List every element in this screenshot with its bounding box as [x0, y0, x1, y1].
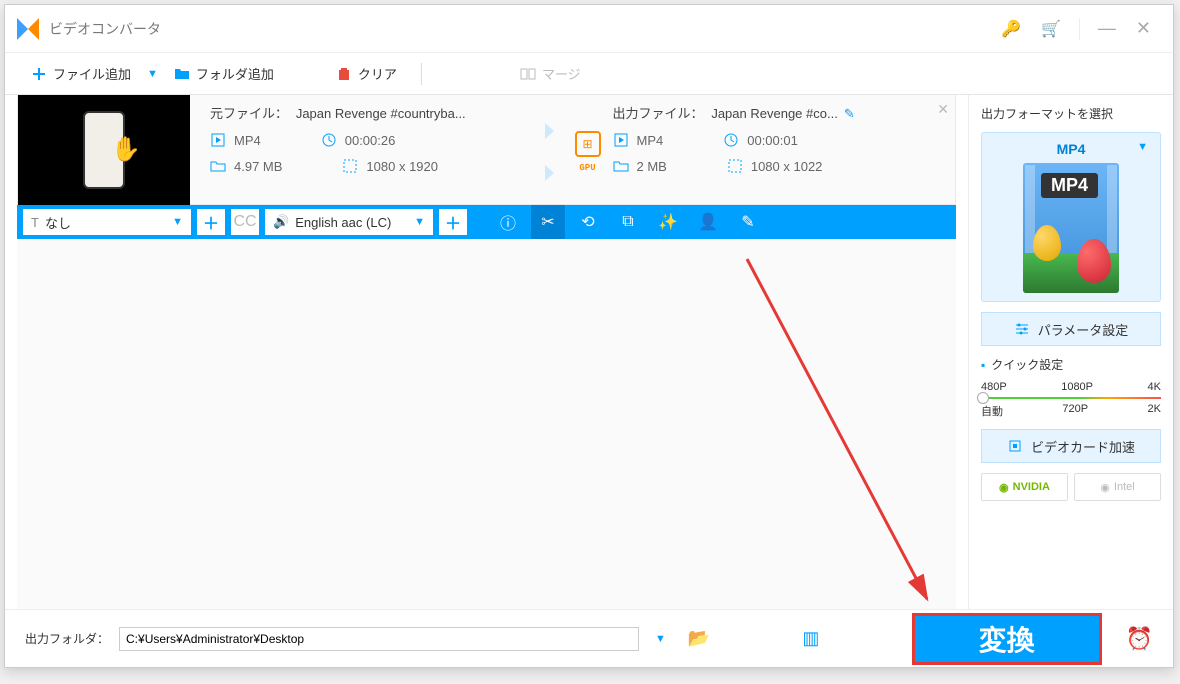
- output-folder-label: 出力フォルダ：: [25, 630, 109, 647]
- source-resolution: 1080 x 1920: [342, 158, 438, 174]
- output-duration: 00:00:01: [723, 132, 798, 148]
- clock-icon: [321, 132, 337, 148]
- annotation-arrow: [737, 249, 947, 609]
- format-panel-title: 出力フォーマットを選択: [981, 105, 1161, 122]
- main-toolbar: ファイル追加 ▼ フォルダ追加 クリア マージ: [5, 53, 1173, 95]
- rotate-tool[interactable]: ⟲: [571, 205, 605, 239]
- task-list-button[interactable]: ▥: [796, 628, 825, 649]
- quality-slider[interactable]: [981, 397, 1161, 399]
- footer: 出力フォルダ： ▼ 📂 ▥ 変換 ⏰: [5, 609, 1173, 667]
- open-folder-button[interactable]: 📂: [682, 628, 716, 649]
- file-item[interactable]: 元ファイル： Japan Revenge #countryba... MP4 0…: [17, 95, 956, 205]
- minimize-button[interactable]: —: [1088, 18, 1126, 39]
- folder-plus-icon: [174, 66, 190, 82]
- output-size: 2 MB: [613, 158, 667, 174]
- text-icon: T: [31, 215, 39, 230]
- convert-button[interactable]: 変換: [912, 613, 1102, 665]
- cc-button[interactable]: CC: [231, 209, 259, 235]
- chevron-down-icon: ▼: [414, 216, 425, 228]
- app-title: ビデオコンバータ: [49, 19, 161, 39]
- sliders-icon: [1014, 321, 1030, 337]
- merge-button[interactable]: マージ: [520, 64, 581, 83]
- rename-icon[interactable]: ✎: [844, 106, 855, 121]
- chip-icon: [1007, 438, 1023, 454]
- source-duration: 00:00:26: [321, 132, 396, 148]
- edit-tool[interactable]: ✎: [731, 205, 765, 239]
- audio-track-select[interactable]: 🔊 English aac (LC) ▼: [265, 209, 433, 235]
- empty-area: [17, 239, 956, 609]
- clear-button[interactable]: クリア: [330, 60, 403, 87]
- schedule-button[interactable]: ⏰: [1112, 626, 1153, 652]
- video-thumbnail[interactable]: [18, 95, 190, 205]
- add-subtitle-button[interactable]: ＋: [197, 209, 225, 235]
- app-logo-icon: [17, 18, 39, 40]
- source-format: MP4: [210, 132, 261, 148]
- arrow-divider: [545, 103, 563, 200]
- app-window: ビデオコンバータ 🔑 🛒 — ✕ ファイル追加 ▼ フォルダ追加 クリア マージ: [4, 4, 1174, 668]
- subtitle-select[interactable]: T なし ▼: [23, 209, 191, 235]
- add-folder-button[interactable]: フォルダ追加: [168, 60, 280, 87]
- file-list-area: 元ファイル： Japan Revenge #countryba... MP4 0…: [5, 95, 969, 609]
- chevron-down-icon[interactable]: ▼: [1137, 141, 1148, 153]
- add-file-button[interactable]: ファイル追加: [25, 60, 137, 87]
- slider-knob[interactable]: [977, 392, 989, 404]
- key-icon[interactable]: 🔑: [991, 19, 1031, 39]
- chevron-down-icon: ▼: [172, 216, 183, 228]
- cart-icon[interactable]: 🛒: [1031, 19, 1071, 39]
- gpu-icon[interactable]: ⊞: [575, 131, 601, 157]
- plus-icon: [31, 66, 47, 82]
- format-panel: 出力フォーマットを選択 MP4▼ MP4 パラメータ設定 ▪クイック設定 480…: [969, 95, 1173, 609]
- output-folder-input[interactable]: [119, 627, 639, 651]
- format-preview-image: MP4: [1023, 163, 1119, 293]
- cut-tool[interactable]: ✂: [531, 205, 565, 239]
- info-tool[interactable]: ⓘ: [491, 205, 525, 239]
- effects-tool[interactable]: ✨: [651, 205, 685, 239]
- output-folder-dropdown[interactable]: ▼: [649, 633, 672, 645]
- parameter-settings-button[interactable]: パラメータ設定: [981, 312, 1161, 346]
- merge-icon: [520, 66, 536, 82]
- nvidia-badge[interactable]: ◉NVIDIA: [981, 473, 1068, 501]
- quick-settings: ▪クイック設定 480P 1080P 4K 自動 720P 2K: [981, 356, 1161, 419]
- output-resolution: 1080 x 1022: [727, 158, 823, 174]
- intel-badge[interactable]: ◉Intel: [1074, 473, 1161, 501]
- remove-file-button[interactable]: ✕: [937, 101, 949, 118]
- play-file-icon: [210, 132, 226, 148]
- hw-accel-button[interactable]: ビデオカード加速: [981, 429, 1161, 463]
- resolution-icon: [342, 158, 358, 174]
- format-selector[interactable]: MP4▼ MP4: [981, 132, 1161, 302]
- folder-icon: [210, 158, 226, 174]
- add-audio-button[interactable]: ＋: [439, 209, 467, 235]
- titlebar: ビデオコンバータ 🔑 🛒 — ✕: [5, 5, 1173, 53]
- close-window-button[interactable]: ✕: [1126, 18, 1161, 39]
- trash-icon: [336, 66, 352, 82]
- source-size: 4.97 MB: [210, 158, 282, 174]
- add-file-dropdown[interactable]: ▼: [147, 68, 158, 80]
- output-format: MP4: [613, 132, 664, 148]
- crop-tool[interactable]: ⧉: [611, 205, 645, 239]
- watermark-tool[interactable]: 👤: [691, 205, 725, 239]
- speaker-icon: 🔊: [273, 214, 289, 230]
- item-tools-row: T なし ▼ ＋ CC 🔊 English aac (LC) ▼ ＋ ⓘ ✂ ⟲…: [17, 205, 956, 239]
